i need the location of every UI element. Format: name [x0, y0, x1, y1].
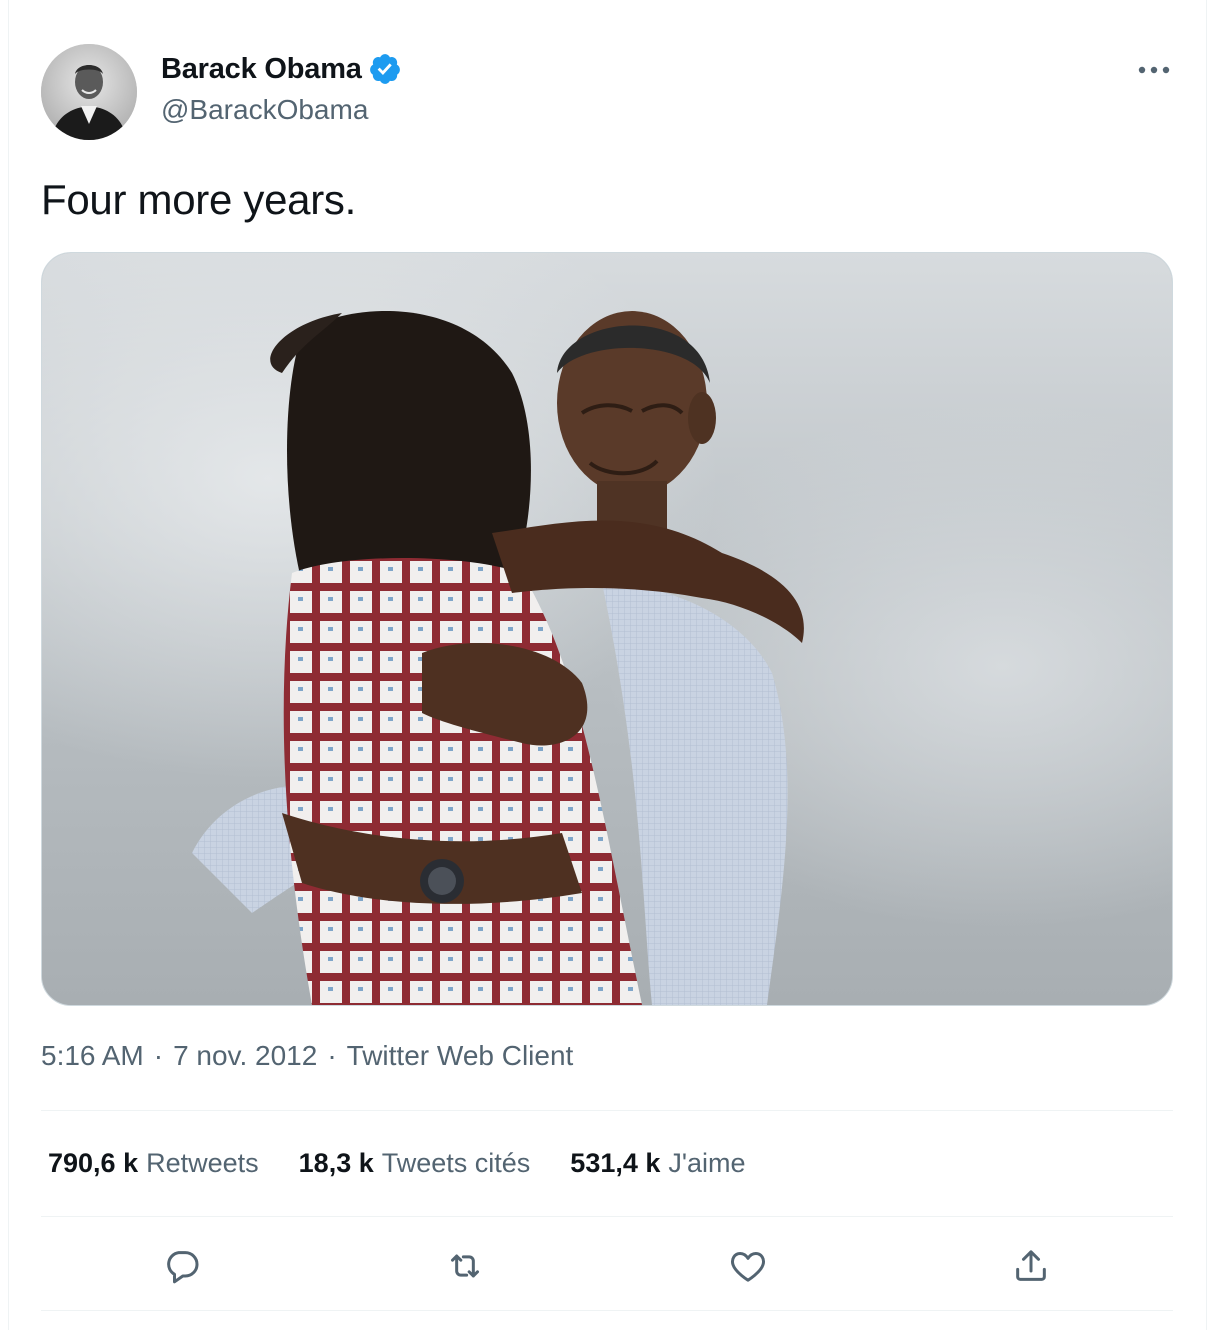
more-options-button[interactable] — [1130, 56, 1178, 84]
tweet-date[interactable]: 7 nov. 2012 — [173, 1040, 317, 1072]
likes-count: 531,4 k — [570, 1148, 661, 1178]
reply-button[interactable] — [156, 1240, 208, 1292]
quote-tweets-stat[interactable]: 18,3 k Tweets cités — [299, 1148, 531, 1179]
retweets-stat[interactable]: 790,6 k Retweets — [48, 1148, 259, 1179]
retweets-count: 790,6 k — [48, 1148, 139, 1178]
author-name[interactable]: Barack Obama — [161, 53, 362, 86]
like-icon — [731, 1252, 765, 1282]
retweet-button[interactable] — [439, 1240, 491, 1292]
likes-stat[interactable]: 531,4 k J'aime — [570, 1148, 745, 1179]
share-icon — [1016, 1250, 1046, 1281]
photo-couple-embracing — [42, 253, 1172, 1005]
tweet-stats: 790,6 k Retweets 18,3 k Tweets cités 531… — [48, 1148, 746, 1179]
tweet-action-bar — [0, 1240, 1220, 1292]
like-button[interactable] — [722, 1240, 774, 1292]
reply-icon — [167, 1251, 199, 1284]
retweets-label: Retweets — [146, 1148, 259, 1178]
divider — [41, 1216, 1173, 1217]
likes-label: J'aime — [668, 1148, 746, 1178]
more-dots-icon — [1138, 66, 1170, 74]
divider — [41, 1110, 1173, 1111]
profile-photo — [41, 44, 137, 140]
author-name-row: Barack Obama — [161, 52, 402, 86]
tweet-text: Four more years. — [41, 176, 356, 223]
tweet-source[interactable]: Twitter Web Client — [347, 1040, 574, 1072]
card-right-border — [1206, 0, 1207, 1330]
retweet-icon — [451, 1254, 479, 1278]
meta-separator: · — [153, 1040, 164, 1071]
tweet-media[interactable] — [41, 252, 1173, 1006]
avatar[interactable] — [41, 44, 137, 140]
share-button[interactable] — [1005, 1240, 1057, 1292]
meta-separator-2: · — [327, 1040, 337, 1071]
verified-badge-icon — [368, 52, 402, 86]
card-left-border — [8, 0, 9, 1330]
tweet-meta: 5:16 AM · 7 nov. 2012 · Twitter Web Clie… — [41, 1040, 573, 1072]
author-handle[interactable]: @BarackObama — [161, 94, 368, 126]
divider — [41, 1310, 1173, 1311]
quotes-count: 18,3 k — [298, 1148, 374, 1178]
quotes-label: Tweets cités — [381, 1148, 531, 1178]
tweet-time[interactable]: 5:16 AM — [41, 1040, 144, 1072]
